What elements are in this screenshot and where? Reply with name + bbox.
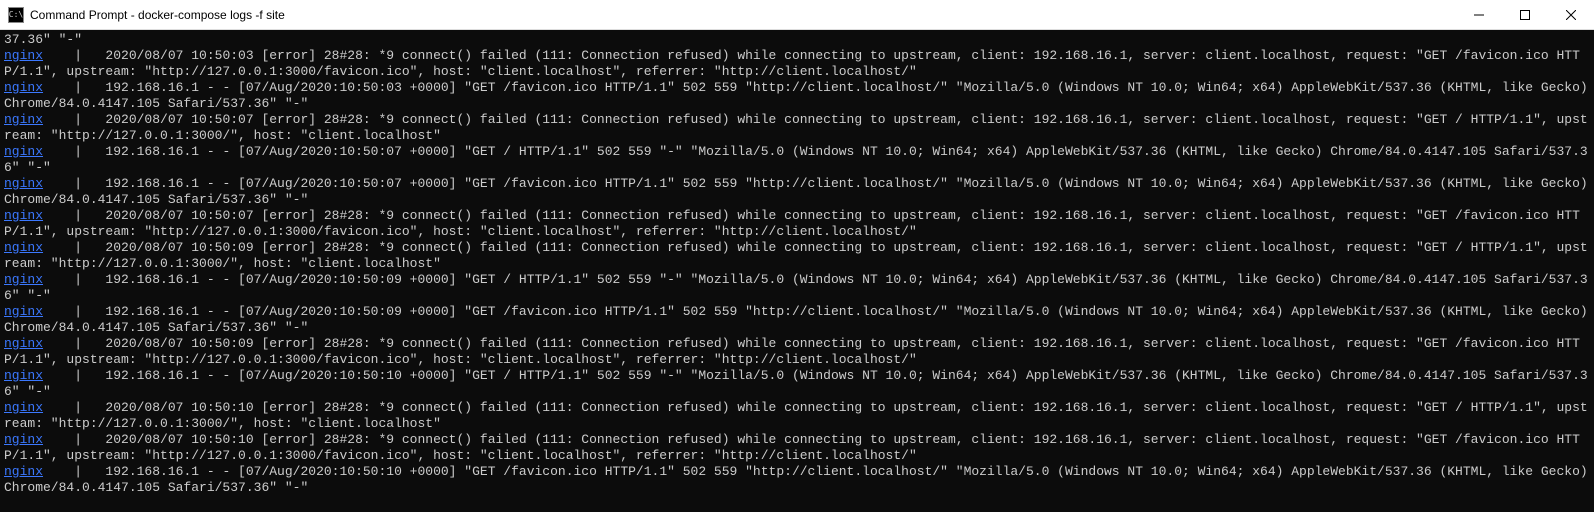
close-button[interactable] xyxy=(1548,0,1594,30)
log-text: 192.168.16.1 - - [07/Aug/2020:10:50:07 +… xyxy=(4,176,1594,207)
log-separator: | xyxy=(43,176,90,191)
log-line: nginx | 2020/08/07 10:50:10 [error] 28#2… xyxy=(4,432,1590,464)
log-separator: | xyxy=(43,432,90,447)
close-icon xyxy=(1566,10,1576,20)
service-label: nginx xyxy=(4,48,43,63)
log-line: nginx | 192.168.16.1 - - [07/Aug/2020:10… xyxy=(4,176,1590,208)
log-text: 37.36" "-" xyxy=(4,32,82,47)
log-line: nginx | 192.168.16.1 - - [07/Aug/2020:10… xyxy=(4,80,1590,112)
service-label: nginx xyxy=(4,336,43,351)
log-separator: | xyxy=(43,48,90,63)
log-line: 37.36" "-" xyxy=(4,32,1590,48)
log-text: 2020/08/07 10:50:07 [error] 28#28: *9 co… xyxy=(4,208,1580,239)
log-text: 2020/08/07 10:50:07 [error] 28#28: *9 co… xyxy=(4,112,1588,143)
log-separator: | xyxy=(43,368,90,383)
service-label: nginx xyxy=(4,400,43,415)
log-line: nginx | 2020/08/07 10:50:03 [error] 28#2… xyxy=(4,48,1590,80)
log-text: 192.168.16.1 - - [07/Aug/2020:10:50:09 +… xyxy=(4,304,1594,335)
log-line: nginx | 192.168.16.1 - - [07/Aug/2020:10… xyxy=(4,144,1590,176)
maximize-button[interactable] xyxy=(1502,0,1548,30)
log-separator: | xyxy=(43,144,90,159)
maximize-icon xyxy=(1520,10,1530,20)
log-line: nginx | 2020/08/07 10:50:09 [error] 28#2… xyxy=(4,240,1590,272)
log-line: nginx | 192.168.16.1 - - [07/Aug/2020:10… xyxy=(4,272,1590,304)
log-text: 192.168.16.1 - - [07/Aug/2020:10:50:10 +… xyxy=(4,368,1588,399)
terminal-output[interactable]: 37.36" "-"nginx | 2020/08/07 10:50:03 [e… xyxy=(0,30,1594,512)
log-line: nginx | 2020/08/07 10:50:07 [error] 28#2… xyxy=(4,208,1590,240)
log-separator: | xyxy=(43,80,90,95)
log-text: 192.168.16.1 - - [07/Aug/2020:10:50:10 +… xyxy=(4,464,1594,495)
cmd-icon: C:\ xyxy=(8,7,24,23)
log-text: 192.168.16.1 - - [07/Aug/2020:10:50:03 +… xyxy=(4,80,1594,111)
command-prompt-window: C:\ Command Prompt - docker-compose logs… xyxy=(0,0,1594,512)
log-text: 2020/08/07 10:50:10 [error] 28#28: *9 co… xyxy=(4,432,1580,463)
log-separator: | xyxy=(43,464,90,479)
log-text: 2020/08/07 10:50:10 [error] 28#28: *9 co… xyxy=(4,400,1588,431)
service-label: nginx xyxy=(4,368,43,383)
log-separator: | xyxy=(43,112,90,127)
log-line: nginx | 2020/08/07 10:50:09 [error] 28#2… xyxy=(4,336,1590,368)
log-line: nginx | 192.168.16.1 - - [07/Aug/2020:10… xyxy=(4,368,1590,400)
log-text: 192.168.16.1 - - [07/Aug/2020:10:50:09 +… xyxy=(4,272,1588,303)
service-label: nginx xyxy=(4,304,43,319)
service-label: nginx xyxy=(4,464,43,479)
minimize-button[interactable] xyxy=(1456,0,1502,30)
log-separator: | xyxy=(43,272,90,287)
service-label: nginx xyxy=(4,432,43,447)
service-label: nginx xyxy=(4,112,43,127)
log-line: nginx | 2020/08/07 10:50:07 [error] 28#2… xyxy=(4,112,1590,144)
log-line: nginx | 192.168.16.1 - - [07/Aug/2020:10… xyxy=(4,464,1590,496)
log-text: 2020/08/07 10:50:03 [error] 28#28: *9 co… xyxy=(4,48,1580,79)
service-label: nginx xyxy=(4,240,43,255)
log-separator: | xyxy=(43,208,90,223)
log-text: 192.168.16.1 - - [07/Aug/2020:10:50:07 +… xyxy=(4,144,1588,175)
log-separator: | xyxy=(43,240,90,255)
service-label: nginx xyxy=(4,208,43,223)
log-separator: | xyxy=(43,400,90,415)
log-line: nginx | 2020/08/07 10:50:10 [error] 28#2… xyxy=(4,400,1590,432)
log-line: nginx | 192.168.16.1 - - [07/Aug/2020:10… xyxy=(4,304,1590,336)
log-separator: | xyxy=(43,336,90,351)
log-separator: | xyxy=(43,304,90,319)
service-label: nginx xyxy=(4,144,43,159)
minimize-icon xyxy=(1474,10,1484,20)
service-label: nginx xyxy=(4,272,43,287)
service-label: nginx xyxy=(4,80,43,95)
log-text: 2020/08/07 10:50:09 [error] 28#28: *9 co… xyxy=(4,240,1588,271)
service-label: nginx xyxy=(4,176,43,191)
titlebar[interactable]: C:\ Command Prompt - docker-compose logs… xyxy=(0,0,1594,30)
log-text: 2020/08/07 10:50:09 [error] 28#28: *9 co… xyxy=(4,336,1580,367)
window-title: Command Prompt - docker-compose logs -f … xyxy=(30,8,285,22)
